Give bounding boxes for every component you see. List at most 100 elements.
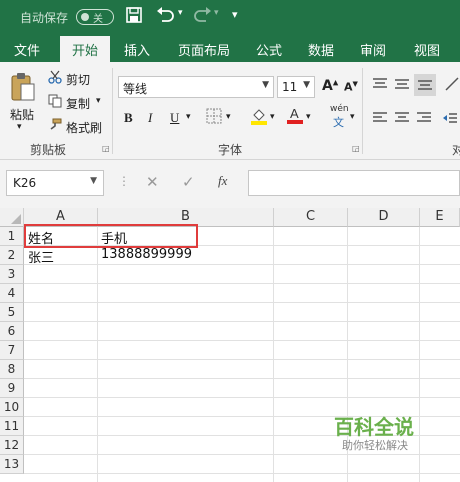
paste-button[interactable]: 粘贴 (10, 106, 34, 123)
column-header-d[interactable]: D (348, 208, 420, 227)
increase-font-icon[interactable]: A▲ (322, 78, 338, 94)
confirm-icon[interactable]: ✓ (182, 173, 195, 191)
grid-line (24, 359, 460, 360)
align-bottom-icon[interactable] (414, 74, 436, 96)
font-launcher-icon[interactable]: ◲ (352, 144, 360, 153)
grid-line (24, 264, 460, 265)
italic-button[interactable]: I (148, 110, 152, 126)
row-header[interactable]: 9 (0, 379, 24, 398)
tab-data[interactable]: 数据 (308, 40, 334, 59)
fill-color-icon[interactable] (250, 107, 268, 128)
font-size-value: 11 (282, 80, 298, 94)
row-header[interactable]: 6 (0, 322, 24, 341)
bold-button[interactable]: B (124, 110, 133, 126)
row-header[interactable]: 4 (0, 284, 24, 303)
font-size-select[interactable]: 11 ▼ (277, 76, 315, 98)
align-top-icon[interactable] (372, 78, 388, 93)
grid-line (97, 227, 98, 482)
align-middle-icon[interactable] (394, 78, 410, 93)
column-header-e[interactable]: E (420, 208, 460, 227)
cell-a2[interactable]: 张三 (28, 247, 54, 266)
align-center-icon[interactable] (394, 112, 410, 127)
tab-view[interactable]: 视图 (414, 40, 440, 59)
phonetic-bottom[interactable]: 文 (333, 114, 344, 130)
cut-button[interactable]: 剪切 (66, 71, 90, 88)
grip-icon: ⋮ (118, 174, 130, 188)
fill-color-dropdown-icon[interactable]: ▾ (270, 112, 275, 122)
font-color-dropdown-icon[interactable]: ▾ (306, 112, 311, 122)
align-right-icon[interactable] (416, 112, 432, 127)
format-painter-button[interactable]: 格式刷 (66, 119, 102, 136)
row-header[interactable]: 2 (0, 246, 24, 265)
grid-line (419, 227, 420, 482)
toggle-knob (81, 13, 89, 21)
orientation-icon[interactable] (444, 76, 460, 95)
redo-icon[interactable] (194, 7, 212, 27)
grid-line (24, 283, 460, 284)
tab-page-layout[interactable]: 页面布局 (178, 40, 230, 59)
autosave-toggle[interactable]: 关 (76, 9, 114, 25)
customize-toolbar-icon[interactable]: ▾ (232, 8, 238, 21)
row-header[interactable]: 7 (0, 341, 24, 360)
row-header[interactable]: 12 (0, 436, 24, 455)
phonetic-dropdown-icon[interactable]: ▾ (350, 112, 355, 122)
insert-function-icon[interactable]: fx (218, 173, 227, 189)
row-header[interactable]: 11 (0, 417, 24, 436)
chevron-down-icon: ▼ (262, 80, 269, 90)
row-header[interactable]: 5 (0, 303, 24, 322)
cancel-icon[interactable]: ✕ (146, 173, 159, 191)
copy-button[interactable]: 复制 (66, 95, 90, 112)
align-left-icon[interactable] (372, 112, 388, 127)
row-header[interactable]: 1 (0, 227, 24, 246)
paste-dropdown-icon[interactable]: ▾ (17, 122, 22, 132)
undo-icon[interactable] (156, 7, 174, 27)
grid-line (24, 397, 460, 398)
column-header-c[interactable]: C (274, 208, 348, 227)
name-box-value: K26 (13, 176, 37, 190)
undo-dropdown-icon[interactable]: ▾ (178, 8, 183, 18)
tab-insert[interactable]: 插入 (124, 40, 150, 59)
copy-dropdown-icon[interactable]: ▾ (96, 96, 101, 106)
cell-b2[interactable]: 13888899999 (101, 247, 192, 262)
font-color-icon[interactable]: A (286, 106, 304, 127)
borders-icon[interactable] (206, 108, 222, 127)
underline-dropdown-icon[interactable]: ▾ (186, 112, 191, 122)
redo-dropdown-icon[interactable]: ▾ (214, 8, 219, 18)
borders-dropdown-icon[interactable]: ▾ (226, 112, 231, 122)
row-header[interactable]: 3 (0, 265, 24, 284)
tab-file[interactable]: 文件 (14, 40, 40, 59)
ribbon-separator (112, 68, 113, 154)
svg-text:A: A (290, 106, 299, 121)
grid-line (24, 378, 460, 379)
tab-home[interactable]: 开始 (60, 36, 111, 62)
phonetic-top[interactable]: wén (330, 104, 349, 114)
toggle-state: 关 (93, 14, 103, 25)
save-icon[interactable] (126, 7, 142, 27)
name-box[interactable]: K26 ▼ (6, 170, 104, 196)
row-header[interactable]: 13 (0, 455, 24, 474)
grid-line (24, 321, 460, 322)
paste-icon[interactable] (10, 72, 36, 105)
cut-icon[interactable] (48, 70, 62, 87)
clipboard-launcher-icon[interactable]: ◲ (102, 144, 110, 153)
decrease-indent-icon[interactable] (442, 112, 458, 127)
row-header[interactable]: 8 (0, 360, 24, 379)
formula-input[interactable] (248, 170, 460, 196)
grid-line (24, 340, 460, 341)
tab-formulas[interactable]: 公式 (256, 40, 282, 59)
underline-button[interactable]: U (170, 110, 179, 126)
select-all-corner[interactable] (0, 208, 24, 227)
highlight-box (24, 224, 198, 248)
decrease-font-icon[interactable]: A▼ (344, 80, 358, 94)
row-header[interactable]: 10 (0, 398, 24, 417)
ribbon-separator (362, 68, 363, 154)
copy-icon[interactable] (48, 94, 62, 111)
chevron-down-icon: ▼ (303, 80, 310, 90)
grid-line (24, 454, 460, 455)
tab-review[interactable]: 审阅 (360, 40, 386, 59)
format-painter-icon[interactable] (48, 118, 62, 135)
title-bar: 自动保存 关 ▾ ▾ ▾ (0, 0, 460, 34)
font-name-select[interactable]: 等线 ▼ (118, 76, 274, 98)
chevron-down-icon: ▼ (90, 176, 97, 186)
font-name-value: 等线 (123, 82, 148, 96)
